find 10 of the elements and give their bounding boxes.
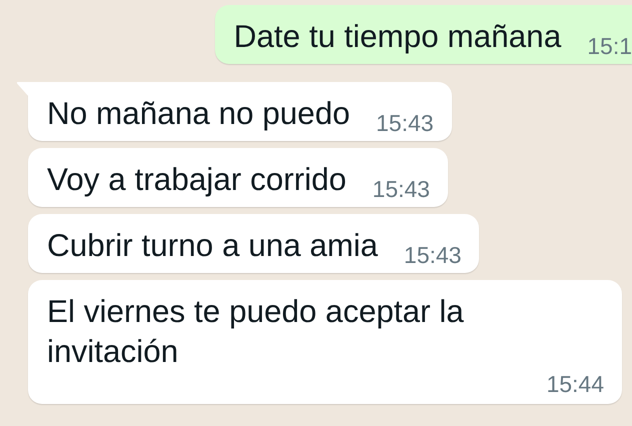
message-time: 15:44 xyxy=(546,371,604,398)
message-time: 15:43 xyxy=(372,176,430,203)
message-time: 15:43 xyxy=(404,242,462,269)
message-time: 15:1 xyxy=(587,33,632,60)
message-text: Cubrir turno a una amia xyxy=(47,226,378,265)
message-text: El viernes te puedo aceptar la invitación xyxy=(47,292,465,371)
message-text: No mañana no puedo xyxy=(47,94,350,133)
message-time: 15:43 xyxy=(376,110,434,137)
message-text: Date tu tiempo mañana xyxy=(234,17,562,56)
message-text: Voy a trabajar corrido xyxy=(47,160,346,199)
